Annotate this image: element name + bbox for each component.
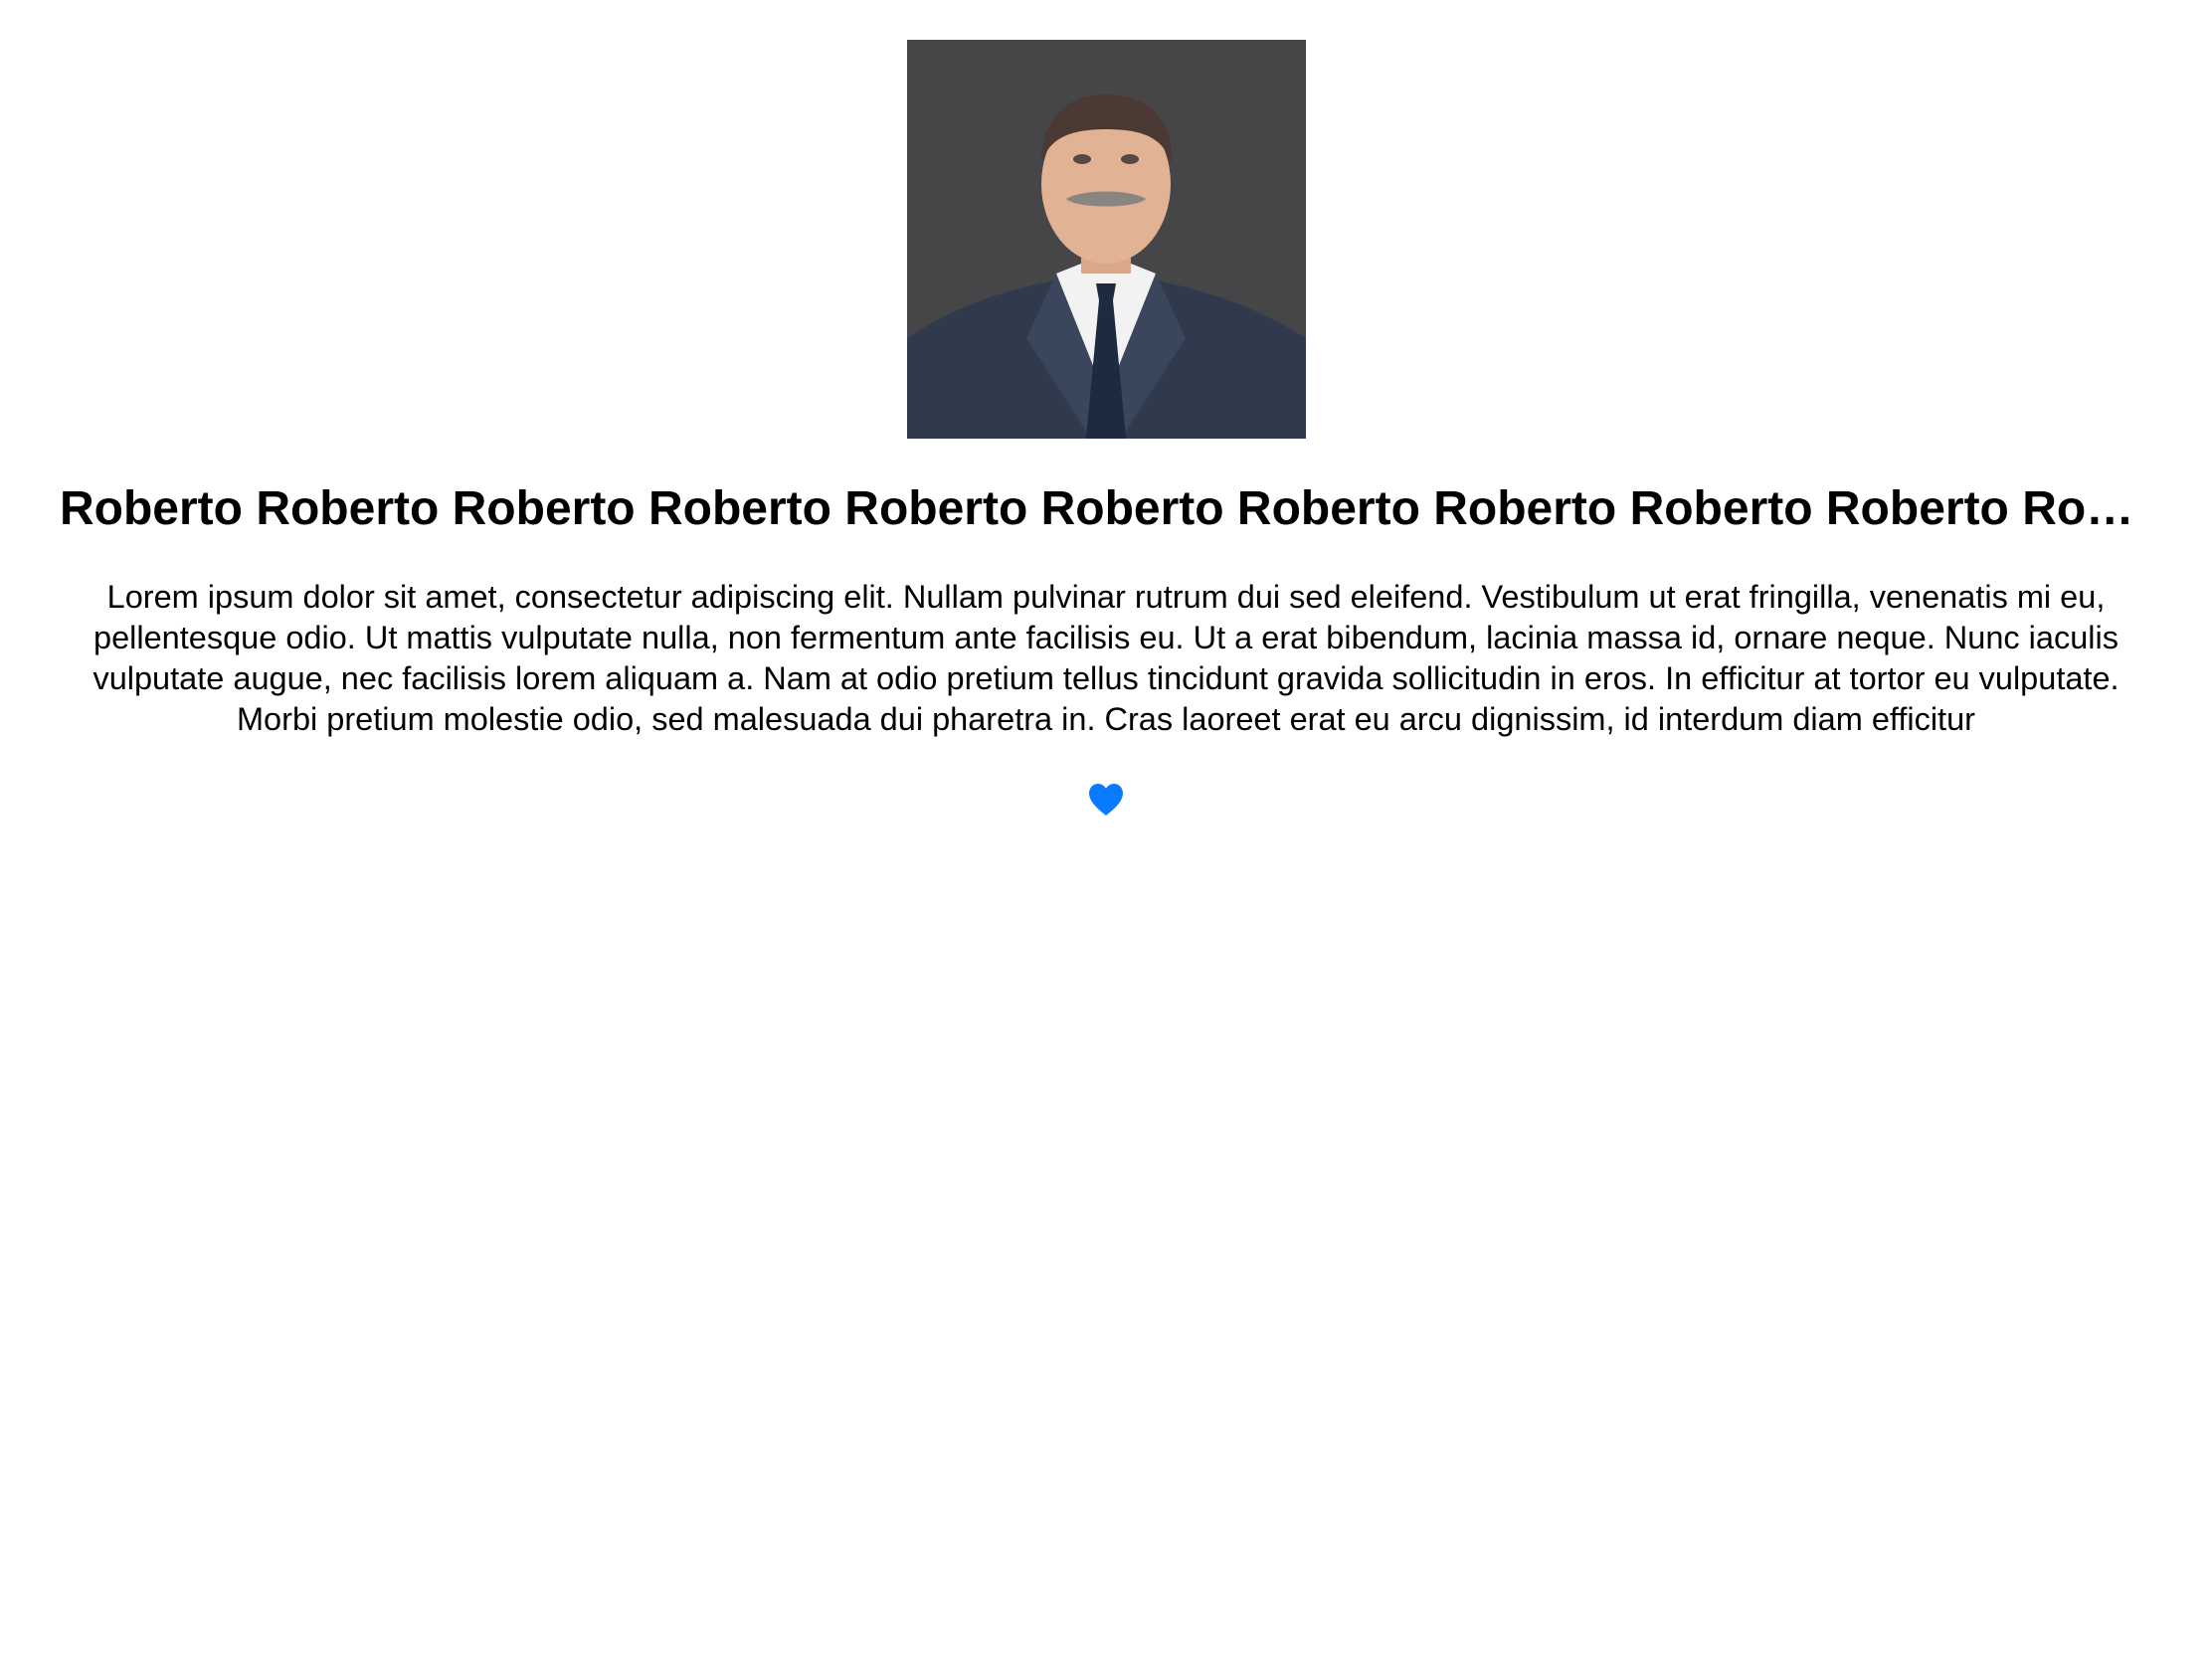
heart-icon[interactable] bbox=[1087, 782, 1125, 818]
profile-photo bbox=[907, 40, 1306, 439]
profile-description: Lorem ipsum dolor sit amet, consectetur … bbox=[92, 579, 2120, 737]
profile-name: Roberto Roberto Roberto Roberto Roberto … bbox=[60, 482, 2152, 535]
